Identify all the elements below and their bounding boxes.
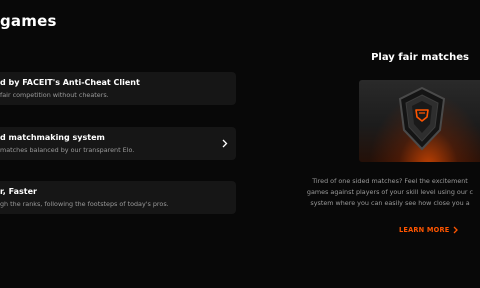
shield-illustration: [359, 80, 480, 162]
feature-card-matchmaking[interactable]: d matchmaking system matches balanced by…: [0, 127, 236, 160]
learn-more-link[interactable]: LEARN MORE: [399, 226, 459, 234]
feature-title: d by FACEIT's Anti-Cheat Client: [0, 78, 140, 87]
feature-card-anticheat[interactable]: d by FACEIT's Anti-Cheat Client fair com…: [0, 72, 236, 105]
promo-description: Tired of one sided matches? Feel the exc…: [300, 176, 480, 212]
feature-card-faster[interactable]: r, Faster gh the ranks, following the fo…: [0, 181, 236, 214]
feature-description: gh the ranks, following the footsteps of…: [0, 200, 169, 208]
promo-text-line: games against players of your skill leve…: [306, 187, 474, 196]
promo-title: Play fair matches: [371, 52, 469, 63]
feature-title: d matchmaking system: [0, 133, 105, 142]
promo-text-line: system where you can easily see how clos…: [310, 198, 470, 207]
promo-text-line: Tired of one sided matches? Feel the exc…: [312, 177, 468, 185]
shield-icon: [398, 86, 446, 151]
feature-description: matches balanced by our transparent Elo.: [0, 146, 135, 154]
feature-description: fair competition without cheaters.: [0, 91, 109, 99]
chevron-right-icon: [220, 137, 230, 149]
section-heading: games: [0, 12, 57, 30]
chevron-right-icon: [453, 226, 459, 234]
learn-more-label: LEARN MORE: [399, 226, 450, 234]
feature-title: r, Faster: [0, 187, 37, 196]
